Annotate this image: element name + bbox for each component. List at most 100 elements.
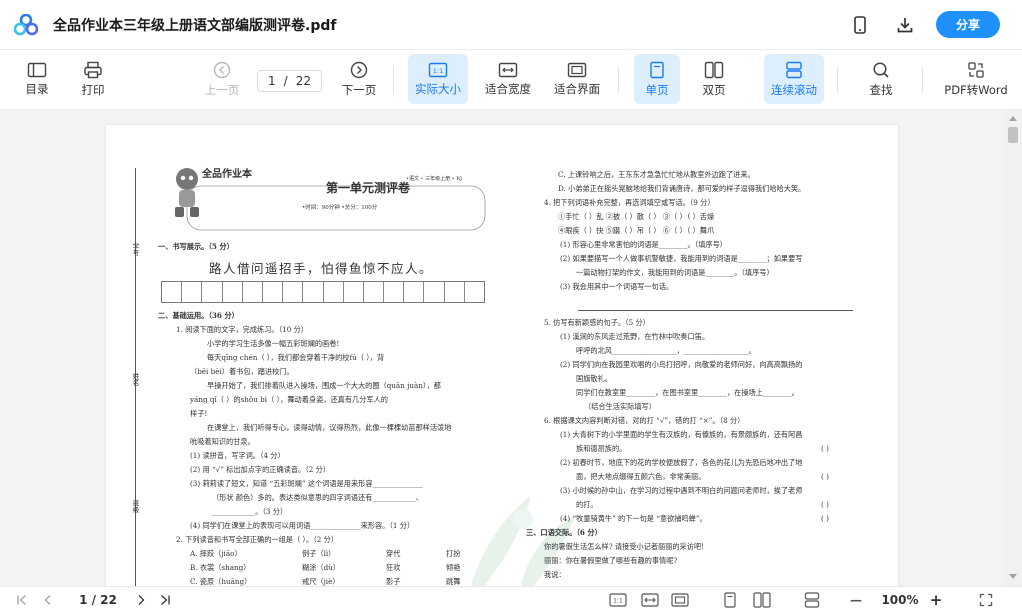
pdf-to-word-label: PDF转Word bbox=[944, 82, 1008, 97]
search-icon bbox=[873, 61, 889, 78]
double-page-icon bbox=[704, 61, 724, 78]
next-page-label: 下一页 bbox=[341, 82, 377, 97]
zoom-in-button[interactable]: + bbox=[926, 591, 946, 609]
download-icon[interactable] bbox=[894, 14, 916, 36]
actual-size-small-icon[interactable]: 1:1 bbox=[608, 591, 628, 608]
convert-icon bbox=[968, 61, 984, 78]
share-button[interactable]: 分享 bbox=[936, 11, 1000, 38]
status-bar: 1 / 22 1:1 — 100% + bbox=[0, 586, 1022, 611]
last-page-icon[interactable] bbox=[157, 591, 173, 608]
side-label-name: 姓名 bbox=[131, 373, 139, 386]
question-line: D. 小弟弟正在摇头晃脑地给我们背诵唐诗，那可爱的样子逗得我们哈哈大笑。 bbox=[558, 184, 806, 193]
question-line: 1. 阅读下面的文字，完成练习。（10 分） bbox=[176, 325, 308, 334]
question-line: (2) 如果要描写一个人做事机警敏捷，我能用到的词语是________；如果要写 bbox=[560, 254, 803, 263]
question-line: 同学们在教室里________，在图书室里________，在操场上______… bbox=[576, 388, 799, 397]
document-title: 全品作业本三年级上册语文部编版测评卷.pdf bbox=[53, 18, 337, 34]
option-cell: 戒尺（jiè） bbox=[302, 577, 340, 586]
option-cell: A. 摔跤（jiāo） bbox=[190, 549, 242, 558]
section-1-title: 一、书写展示。（5 分） bbox=[158, 242, 234, 251]
fullscreen-icon[interactable] bbox=[976, 591, 996, 608]
mobile-icon[interactable] bbox=[849, 14, 871, 36]
question-line: 我说： bbox=[544, 570, 566, 579]
question-line: 族和德昂族的。 bbox=[576, 444, 627, 453]
fit-width-icon bbox=[498, 62, 518, 77]
next-page-icon[interactable] bbox=[133, 591, 149, 608]
actual-size-icon: 1:1 bbox=[428, 62, 448, 77]
actual-size-button[interactable]: 1:1 实际大小 bbox=[408, 54, 468, 104]
document-viewer[interactable]: 学号 姓名 班级 全品作业本 •语文 • 三年级上册 • RJ 第一单元测评卷 … bbox=[0, 111, 1004, 586]
question-line: 每天qīng chén（ ），我们都会穿着干净的校fú（ ），背 bbox=[207, 353, 385, 362]
actual-size-label: 实际大小 bbox=[415, 81, 461, 96]
continuous-scroll-icon bbox=[786, 61, 802, 78]
question-line: 吮吸着知识的甘泉。 bbox=[190, 437, 255, 446]
question-line: ①手忙（ ）乱 ②披（ ）散（ ） ③（ ）（ ）舌燥 bbox=[558, 212, 715, 221]
question-line: 国旗敬礼。 bbox=[576, 374, 612, 383]
continuous-scroll-button[interactable]: 连续滚动 bbox=[764, 54, 824, 104]
question-line: (2) 同学们向在我园里欢唱的小鸟打招呼，向敬爱的老师问好，向高高飘扬的 bbox=[560, 360, 803, 369]
option-cell: 打扮 bbox=[446, 549, 461, 558]
option-cell: C. 瓷原（huāng） bbox=[190, 577, 252, 586]
current-page: 1 bbox=[268, 74, 276, 88]
side-label-class: 班级 bbox=[131, 500, 139, 513]
catalog-button[interactable]: 目录 bbox=[15, 54, 59, 104]
single-page-small-icon[interactable] bbox=[720, 591, 740, 608]
actual-size-icon-text: 1:1 bbox=[433, 67, 443, 75]
prev-page-button[interactable]: 上一页 bbox=[198, 54, 246, 104]
vertical-scrollbar[interactable] bbox=[1004, 111, 1022, 586]
single-page-button[interactable]: 单页 bbox=[634, 54, 680, 104]
question-line: 的打。 bbox=[576, 500, 598, 509]
print-label: 打印 bbox=[81, 82, 105, 97]
scroll-up-arrow-icon[interactable] bbox=[1009, 116, 1017, 121]
answer-parens: ( ) bbox=[821, 514, 829, 523]
catalog-label: 目录 bbox=[25, 81, 49, 96]
question-line: （形状 颜色）多的。表达类似意思的四字词语还有____________、 bbox=[212, 493, 423, 502]
chevron-right-circle-icon bbox=[350, 61, 368, 78]
prev-page-label: 上一页 bbox=[204, 82, 240, 97]
writing-grid bbox=[161, 281, 485, 303]
section-3-title: 三、口语交际。（6 分） bbox=[526, 528, 602, 537]
pdf-to-word-button[interactable]: PDF转Word bbox=[938, 54, 1014, 104]
double-page-small-icon[interactable] bbox=[752, 591, 772, 608]
fit-page-small-icon[interactable] bbox=[670, 591, 690, 608]
next-page-button[interactable]: 下一页 bbox=[335, 54, 383, 104]
question-line: 6. 根据课文内容判断对错，对的打 “√”，错的打 “×”。（8 分） bbox=[544, 416, 745, 425]
option-cell: 倾艳 bbox=[446, 563, 461, 572]
question-line: (2) 初春时节，地底下的花的学校便放假了，各色的花儿为先恐后地冲出了地 bbox=[560, 458, 803, 467]
question-line: (1) 大青树下的小学里面的学生有汉族的，有傣族的，有景颇族的，还有阿昌 bbox=[560, 430, 803, 439]
prev-page-icon[interactable] bbox=[40, 591, 56, 608]
find-label: 查找 bbox=[869, 82, 893, 97]
section-2-title: 二、基础运用。（36 分） bbox=[158, 311, 239, 320]
find-button[interactable]: 查找 bbox=[859, 54, 903, 104]
fit-width-button[interactable]: 适合宽度 bbox=[480, 54, 536, 104]
scroll-down-arrow-icon[interactable] bbox=[1009, 574, 1017, 579]
option-cell: 跳舞 bbox=[446, 577, 461, 586]
fit-page-button[interactable]: 适合界面 bbox=[549, 54, 605, 104]
actual-size-small-icon-text: 1:1 bbox=[613, 597, 623, 604]
title-bar: 全品作业本三年级上册语文部编版测评卷.pdf 分享 bbox=[0, 0, 1022, 50]
scrollbar-thumb[interactable] bbox=[1008, 127, 1018, 143]
side-label-school: 学号 bbox=[131, 243, 139, 256]
total-pages: 22 bbox=[295, 74, 311, 88]
zoom-out-button[interactable]: — bbox=[846, 591, 866, 608]
page-separator: / bbox=[283, 74, 288, 88]
continuous-scroll-small-icon[interactable] bbox=[802, 591, 822, 608]
question-line: (3) 莉莉读了短文，知道 “五彩斑斓” 这个词语是用来形容__________… bbox=[190, 479, 423, 488]
double-page-button[interactable]: 双页 bbox=[692, 54, 736, 104]
page-number-input[interactable]: 1 / 22 bbox=[257, 70, 322, 92]
app-logo-icon bbox=[13, 13, 39, 36]
fit-width-small-icon[interactable] bbox=[640, 591, 660, 608]
fit-width-label: 适合宽度 bbox=[485, 81, 531, 96]
unit-title: 第一单元测评卷 bbox=[325, 181, 410, 195]
print-button[interactable]: 打印 bbox=[71, 54, 115, 104]
toolbar-divider bbox=[837, 66, 838, 94]
question-line: 面，把大地点缀得五颜六色，非常美丽。 bbox=[576, 472, 706, 481]
question-line: yáng qǐ（ ）的shǒu bì（ ），舞动着身姿，还真有几分军人的 bbox=[190, 395, 388, 404]
option-cell: 影子 bbox=[386, 577, 401, 586]
zoom-level: 100% bbox=[881, 592, 919, 607]
first-page-icon[interactable] bbox=[14, 591, 30, 608]
question-line: 一篇动物打架的作文，我能用到的词语是________。（填序号） bbox=[576, 268, 774, 277]
question-line: 丽丽：你在暑假里做了哪些有趣的事情呢? bbox=[544, 556, 678, 565]
question-line: 早操开始了，我们排着队进入操场，围成一个大大的圈（quān juàn），都 bbox=[207, 381, 441, 390]
double-page-label: 双页 bbox=[702, 82, 726, 97]
fit-page-icon bbox=[567, 62, 587, 77]
